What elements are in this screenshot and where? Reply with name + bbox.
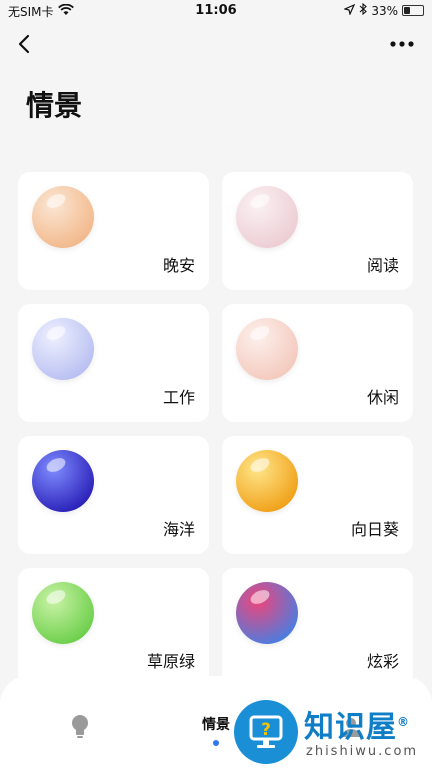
scene-card[interactable]: 休闲 [222,304,413,422]
watermark-url: zhishiwu.com [306,744,419,759]
watermark-title: 知识屋® [304,702,410,746]
scene-label: 向日葵 [350,520,399,539]
scene-label: 海洋 [162,520,195,539]
scene-card[interactable]: 晚安 [18,172,209,290]
scene-label: 阅读 [366,256,399,275]
scene-orb-icon [32,582,94,644]
scene-orb-icon [236,318,298,380]
scene-card[interactable]: 炫彩 [222,568,413,686]
tab-lights[interactable] [66,712,94,740]
more-dots-icon [390,41,414,47]
back-button[interactable] [10,30,38,58]
help-monitor-icon: ? [249,715,283,748]
scene-card[interactable]: 草原绿 [18,568,209,686]
page-title: 情景 [26,89,83,122]
active-indicator [213,740,219,746]
scene-orb-icon [236,450,298,512]
scene-orb-icon [32,318,94,380]
battery-icon [402,5,424,16]
watermark: ? 知识屋® zhishiwu.com [234,700,432,768]
scene-orb-icon [236,186,298,248]
location-icon [343,3,356,18]
watermark-logo: ? [234,700,298,764]
scene-card[interactable]: 阅读 [222,172,413,290]
bulb-icon [72,715,88,738]
svg-text:?: ? [261,720,271,740]
top-nav [0,26,432,66]
tab-scene-label: 情景 [202,717,230,733]
scene-card[interactable]: 向日葵 [222,436,413,554]
scene-orb-icon [236,582,298,644]
chevron-left-icon [18,34,30,54]
scene-label: 草原绿 [146,652,195,671]
watermark-title-text: 知识屋 [304,710,397,745]
scene-label: 晚安 [162,256,195,275]
battery-percent: 33% [371,3,398,18]
scene-label: 休闲 [366,388,399,407]
bluetooth-icon [359,2,368,18]
registered-mark: ® [397,715,410,729]
scene-card[interactable]: 海洋 [18,436,209,554]
scene-card[interactable]: 工作 [18,304,209,422]
battery-fill [404,7,410,14]
scene-label: 炫彩 [366,652,399,671]
scene-grid: 晚安 阅读 工作 休闲 海洋 向日葵 草原绿 炫彩 [18,172,414,686]
tab-scene[interactable]: 情景 [196,714,236,746]
scene-orb-icon [32,450,94,512]
status-bar: 无SIM卡 11:06 33% [0,0,432,22]
scene-label: 工作 [162,388,195,407]
more-button[interactable] [386,30,418,58]
scene-orb-icon [32,186,94,248]
